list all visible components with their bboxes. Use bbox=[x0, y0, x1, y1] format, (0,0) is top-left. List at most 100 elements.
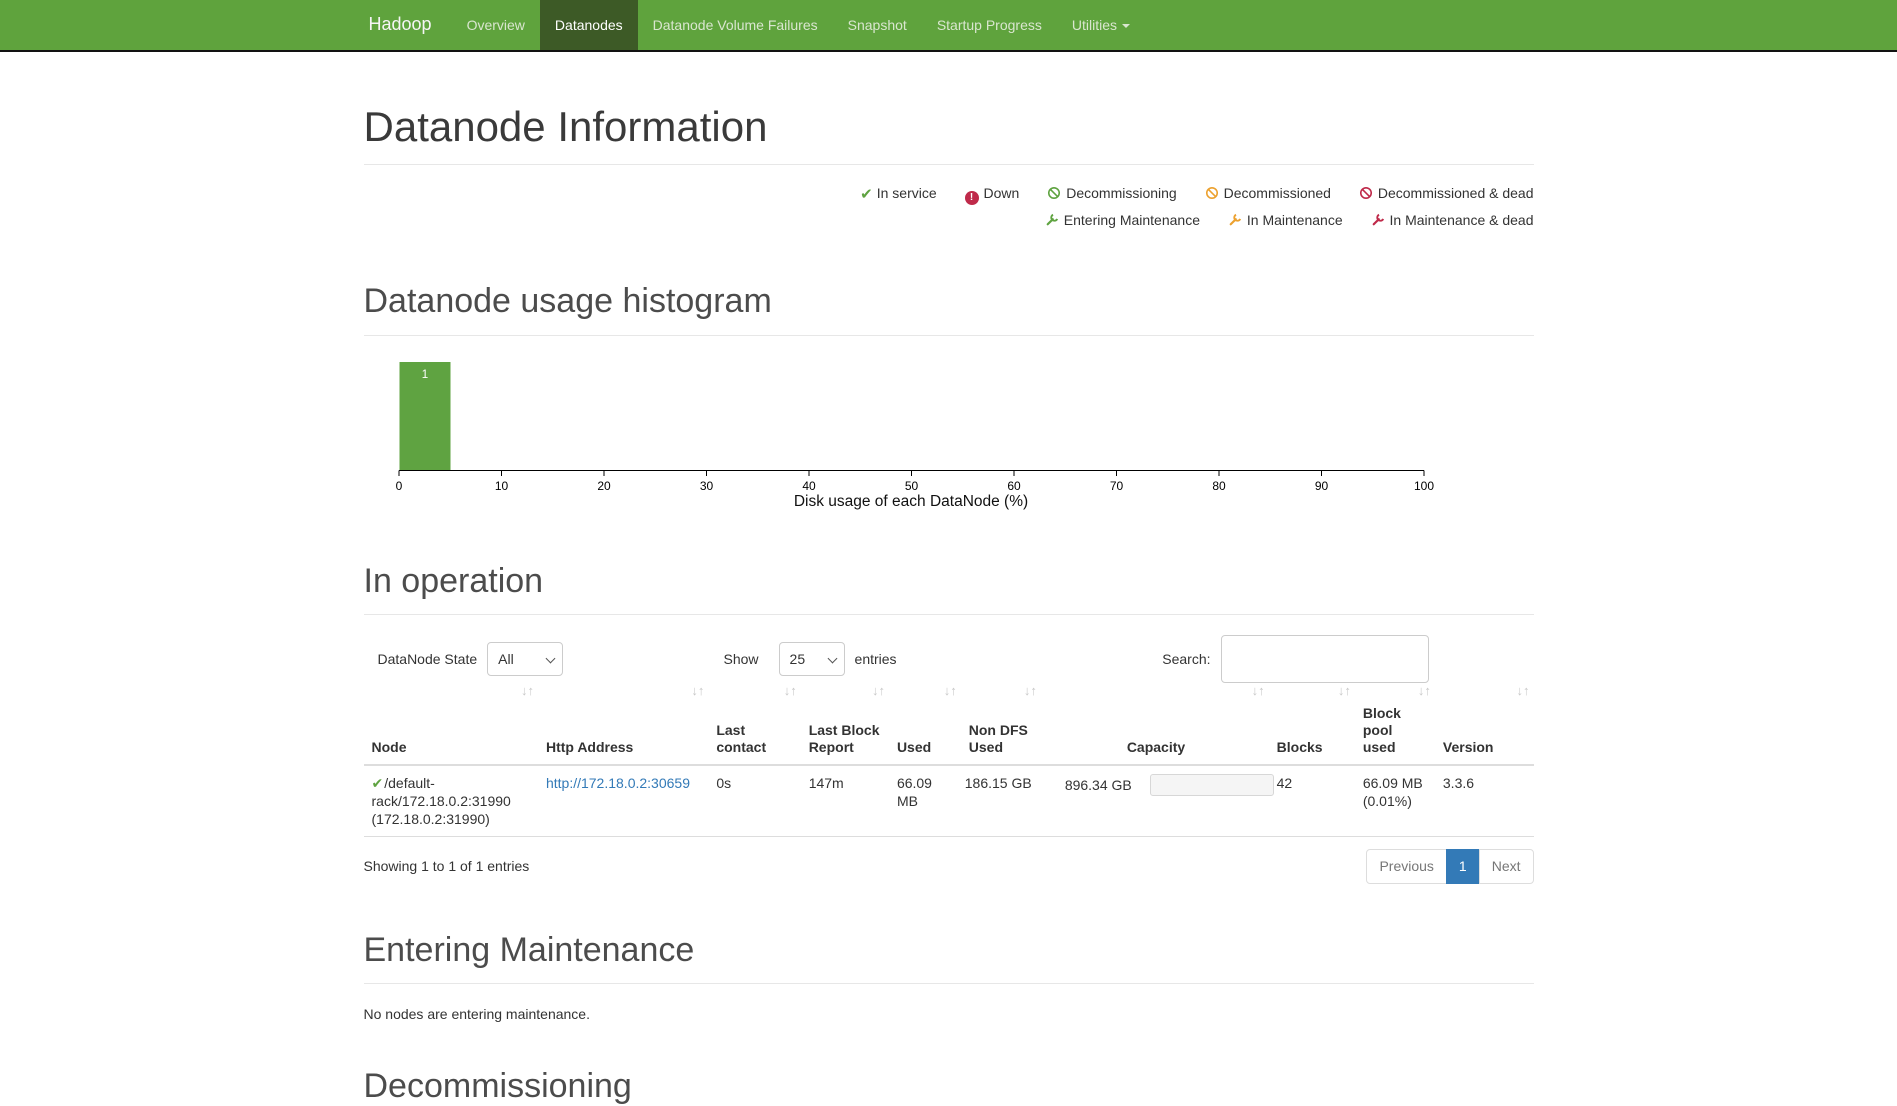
legend-down: !Down bbox=[965, 185, 1020, 201]
svg-text:60: 60 bbox=[1007, 479, 1021, 493]
sort-icon[interactable]: ↓↑ bbox=[691, 684, 704, 697]
column-header-node[interactable]: ↓↑Node bbox=[364, 679, 538, 765]
nav-link-utilities-dropdown[interactable]: Utilities bbox=[1057, 0, 1145, 50]
pagination-previous: Previous bbox=[1366, 849, 1446, 884]
cell-node: ✔/default-rack/172.18.0.2:31990 (172.18.… bbox=[364, 765, 538, 837]
column-header-used[interactable]: ↓↑Used bbox=[889, 679, 961, 765]
nav-item-snapshot: Snapshot bbox=[833, 0, 922, 50]
histogram-svg: 1 0 10 20 30 40 50 60 70 80 90 100 Disk … bbox=[364, 352, 1504, 512]
sort-icon[interactable]: ↓↑ bbox=[1418, 684, 1431, 697]
column-header-last-contact[interactable]: ↓↑Last contact bbox=[708, 679, 800, 765]
column-header-capacity[interactable]: ↓↑Capacity bbox=[1041, 679, 1269, 765]
datanode-state-select[interactable]: All bbox=[487, 642, 563, 676]
previous-button[interactable]: Previous bbox=[1366, 849, 1446, 884]
svg-text:40: 40 bbox=[802, 479, 816, 493]
cell-version: 3.3.6 bbox=[1435, 765, 1534, 837]
svg-text:20: 20 bbox=[597, 479, 611, 493]
cell-last-contact: 0s bbox=[708, 765, 800, 837]
page-1-button[interactable]: 1 bbox=[1446, 849, 1480, 884]
nav-item-volume-failures: Datanode Volume Failures bbox=[638, 0, 833, 50]
entries-label: entries bbox=[855, 651, 897, 667]
table-search: Search: bbox=[1162, 641, 1428, 677]
nav-link-startup-progress[interactable]: Startup Progress bbox=[922, 0, 1057, 50]
sort-icon[interactable]: ↓↑ bbox=[1252, 684, 1265, 697]
pagination-next: Next bbox=[1480, 849, 1534, 884]
divider bbox=[364, 335, 1534, 336]
search-label: Search: bbox=[1162, 651, 1210, 667]
column-header-http-address[interactable]: ↓↑Http Address bbox=[538, 679, 708, 765]
nav-item-datanodes: Datanodes bbox=[540, 0, 638, 50]
column-header-version[interactable]: ↓↑Version bbox=[1435, 679, 1534, 765]
search-input[interactable] bbox=[1221, 635, 1429, 683]
status-legend: ✔In service !Down Decommissioning Decomm… bbox=[364, 181, 1534, 235]
maintenance-empty-message: No nodes are entering maintenance. bbox=[364, 1006, 1534, 1022]
next-button[interactable]: Next bbox=[1479, 849, 1534, 884]
x-axis-ticks bbox=[399, 470, 1424, 476]
page-length-control: Show 25 entries bbox=[724, 641, 897, 677]
sort-icon[interactable]: ↓↑ bbox=[784, 684, 797, 697]
column-header-last-block-report[interactable]: ↓↑Last Block Report bbox=[801, 679, 889, 765]
page-title: Datanode Information bbox=[364, 104, 1534, 150]
datanode-state-filter: DataNode State All bbox=[378, 641, 564, 677]
svg-text:10: 10 bbox=[494, 479, 508, 493]
divider bbox=[364, 164, 1534, 165]
sort-icon[interactable]: ↓↑ bbox=[1024, 684, 1037, 697]
x-axis-tick-labels: 0 10 20 30 40 50 60 70 80 90 100 bbox=[395, 479, 1434, 493]
column-header-non-dfs-used[interactable]: ↓↑Non DFS Used bbox=[961, 679, 1041, 765]
svg-text:100: 100 bbox=[1413, 479, 1433, 493]
table-row: ✔/default-rack/172.18.0.2:31990 (172.18.… bbox=[364, 765, 1534, 837]
cell-last-block-report: 147m bbox=[801, 765, 889, 837]
nav-link-snapshot[interactable]: Snapshot bbox=[833, 0, 922, 50]
legend-entering-maintenance: Entering Maintenance bbox=[1045, 212, 1200, 228]
legend-decommissioning: Decommissioning bbox=[1047, 185, 1176, 201]
ban-circle-icon bbox=[1047, 183, 1061, 208]
pagination-page-1: 1 bbox=[1447, 849, 1480, 884]
http-address-link[interactable]: http://172.18.0.2:30659 bbox=[546, 775, 690, 791]
svg-text:70: 70 bbox=[1109, 479, 1123, 493]
nav-link-volume-failures[interactable]: Datanode Volume Failures bbox=[638, 0, 833, 50]
nav-item-startup-progress: Startup Progress bbox=[922, 0, 1057, 50]
wrench-icon bbox=[1228, 210, 1242, 235]
datanode-usage-histogram: 1 0 10 20 30 40 50 60 70 80 90 100 Disk … bbox=[364, 352, 1534, 515]
section-title-decommissioning: Decommissioning bbox=[364, 1068, 1534, 1105]
svg-text:0: 0 bbox=[395, 479, 402, 493]
table-controls: DataNode State All Show 25 entries Searc… bbox=[364, 641, 1534, 677]
svg-text:90: 90 bbox=[1314, 479, 1328, 493]
nav-link-overview[interactable]: Overview bbox=[452, 0, 540, 50]
section-title-histogram: Datanode usage histogram bbox=[364, 283, 1534, 320]
wrench-icon bbox=[1045, 210, 1059, 235]
legend-decommissioned-dead: Decommissioned & dead bbox=[1359, 185, 1534, 201]
divider bbox=[364, 983, 1534, 984]
legend-decommissioned: Decommissioned bbox=[1205, 185, 1331, 201]
nav-link-datanodes[interactable]: Datanodes bbox=[540, 0, 638, 50]
svg-text:50: 50 bbox=[904, 479, 918, 493]
sort-icon[interactable]: ↓↑ bbox=[872, 684, 885, 697]
legend-in-service: ✔In service bbox=[860, 185, 937, 201]
sort-icon[interactable]: ↓↑ bbox=[944, 684, 957, 697]
legend-in-maintenance: In Maintenance bbox=[1228, 212, 1343, 228]
table-info: Showing 1 to 1 of 1 entries bbox=[364, 858, 530, 874]
show-label: Show bbox=[724, 651, 759, 667]
column-header-blocks[interactable]: ↓↑Blocks bbox=[1269, 679, 1355, 765]
sort-icon[interactable]: ↓↑ bbox=[1338, 684, 1351, 697]
sort-icon[interactable]: ↓↑ bbox=[1517, 684, 1530, 697]
check-icon: ✔ bbox=[372, 775, 384, 791]
capacity-progress-bar bbox=[1150, 774, 1274, 796]
datanodes-table: ↓↑Node ↓↑Http Address ↓↑Last contact ↓↑L… bbox=[364, 679, 1534, 837]
pagination: Previous 1 Next bbox=[1366, 849, 1533, 884]
column-header-block-pool-used[interactable]: ↓↑Block pool used bbox=[1355, 679, 1435, 765]
nav-item-utilities: Utilities bbox=[1057, 0, 1145, 50]
legend-in-maintenance-dead: In Maintenance & dead bbox=[1371, 212, 1534, 228]
cell-capacity: 896.34 GB bbox=[1041, 765, 1269, 837]
section-title-in-operation: In operation bbox=[364, 563, 1534, 600]
nav-item-overview: Overview bbox=[452, 0, 540, 50]
ban-circle-icon bbox=[1359, 183, 1373, 208]
cell-non-dfs-used: 186.15 GB bbox=[961, 765, 1041, 837]
bar-count-label: 1 bbox=[421, 369, 427, 381]
cell-http-address: http://172.18.0.2:30659 bbox=[538, 765, 708, 837]
sort-icon[interactable]: ↓↑ bbox=[521, 684, 534, 697]
page-length-select[interactable]: 25 bbox=[779, 642, 845, 676]
datanode-state-label: DataNode State bbox=[378, 651, 478, 667]
hadoop-brand[interactable]: Hadoop bbox=[364, 0, 444, 50]
svg-text:30: 30 bbox=[699, 479, 713, 493]
